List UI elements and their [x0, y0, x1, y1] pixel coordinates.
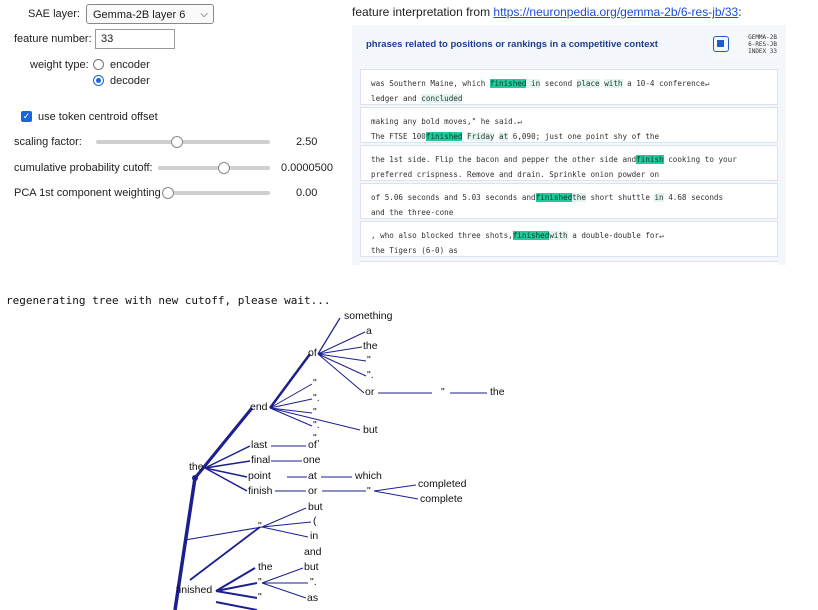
tree-node: " — [367, 485, 371, 497]
tree-node-dot — [192, 475, 198, 481]
tree-node: a — [366, 325, 372, 337]
tree-edge — [373, 490, 419, 500]
tree-edge — [373, 484, 417, 492]
tree-node: " — [258, 576, 262, 588]
tree-node: ". — [310, 576, 317, 588]
tree-node: which — [355, 470, 382, 482]
tree-edge — [204, 467, 248, 492]
tree-node: at — [308, 470, 317, 482]
tree-node: " — [313, 377, 317, 389]
tree-edge — [269, 383, 313, 409]
tree-edge — [215, 601, 258, 610]
tree-node: " — [367, 354, 371, 366]
tree-node: but — [363, 424, 378, 436]
tree-node: or — [365, 386, 375, 398]
tree-node: end — [250, 401, 268, 413]
tree-node-root: the — [189, 461, 204, 473]
tree-edge — [261, 521, 312, 528]
tree-node: " — [313, 406, 317, 418]
tree-node: " — [441, 386, 445, 398]
tree-node: or — [308, 485, 318, 497]
tree-edge — [215, 590, 258, 599]
tree-edge — [204, 467, 248, 478]
tree-node: ". — [313, 392, 320, 404]
tree-node: ". — [313, 419, 320, 431]
tree-node: completed — [418, 478, 467, 490]
tree-node: the — [258, 561, 273, 573]
tree-edge — [261, 582, 307, 599]
tree-node: and — [304, 546, 322, 558]
tree-node: finished — [176, 584, 213, 596]
tree-node: complete — [420, 493, 463, 505]
tree-node: final — [251, 454, 271, 466]
tree-node: as — [307, 592, 319, 604]
tree-node: finish — [248, 485, 273, 497]
tree-node: ". — [367, 369, 374, 381]
tree-edge — [268, 353, 312, 409]
tree-node: of — [308, 347, 317, 359]
tree-node: but — [304, 561, 319, 573]
tree-node: of — [308, 439, 317, 451]
tree-node: " — [258, 520, 262, 532]
tree-node: but — [308, 501, 323, 513]
tree-edge — [261, 507, 307, 528]
tree-node: in — [310, 530, 319, 542]
tree-edge — [261, 526, 309, 538]
token-tree-edges — [173, 317, 487, 610]
tree-node: last — [251, 439, 268, 451]
tree-node: ( — [313, 515, 317, 527]
tree-node: the — [490, 386, 505, 398]
tree-node: point — [248, 470, 271, 482]
tree-node: one — [303, 454, 321, 466]
tree-node: something — [344, 310, 393, 322]
tree-node: " — [258, 591, 262, 603]
tree-node: the — [363, 340, 378, 352]
